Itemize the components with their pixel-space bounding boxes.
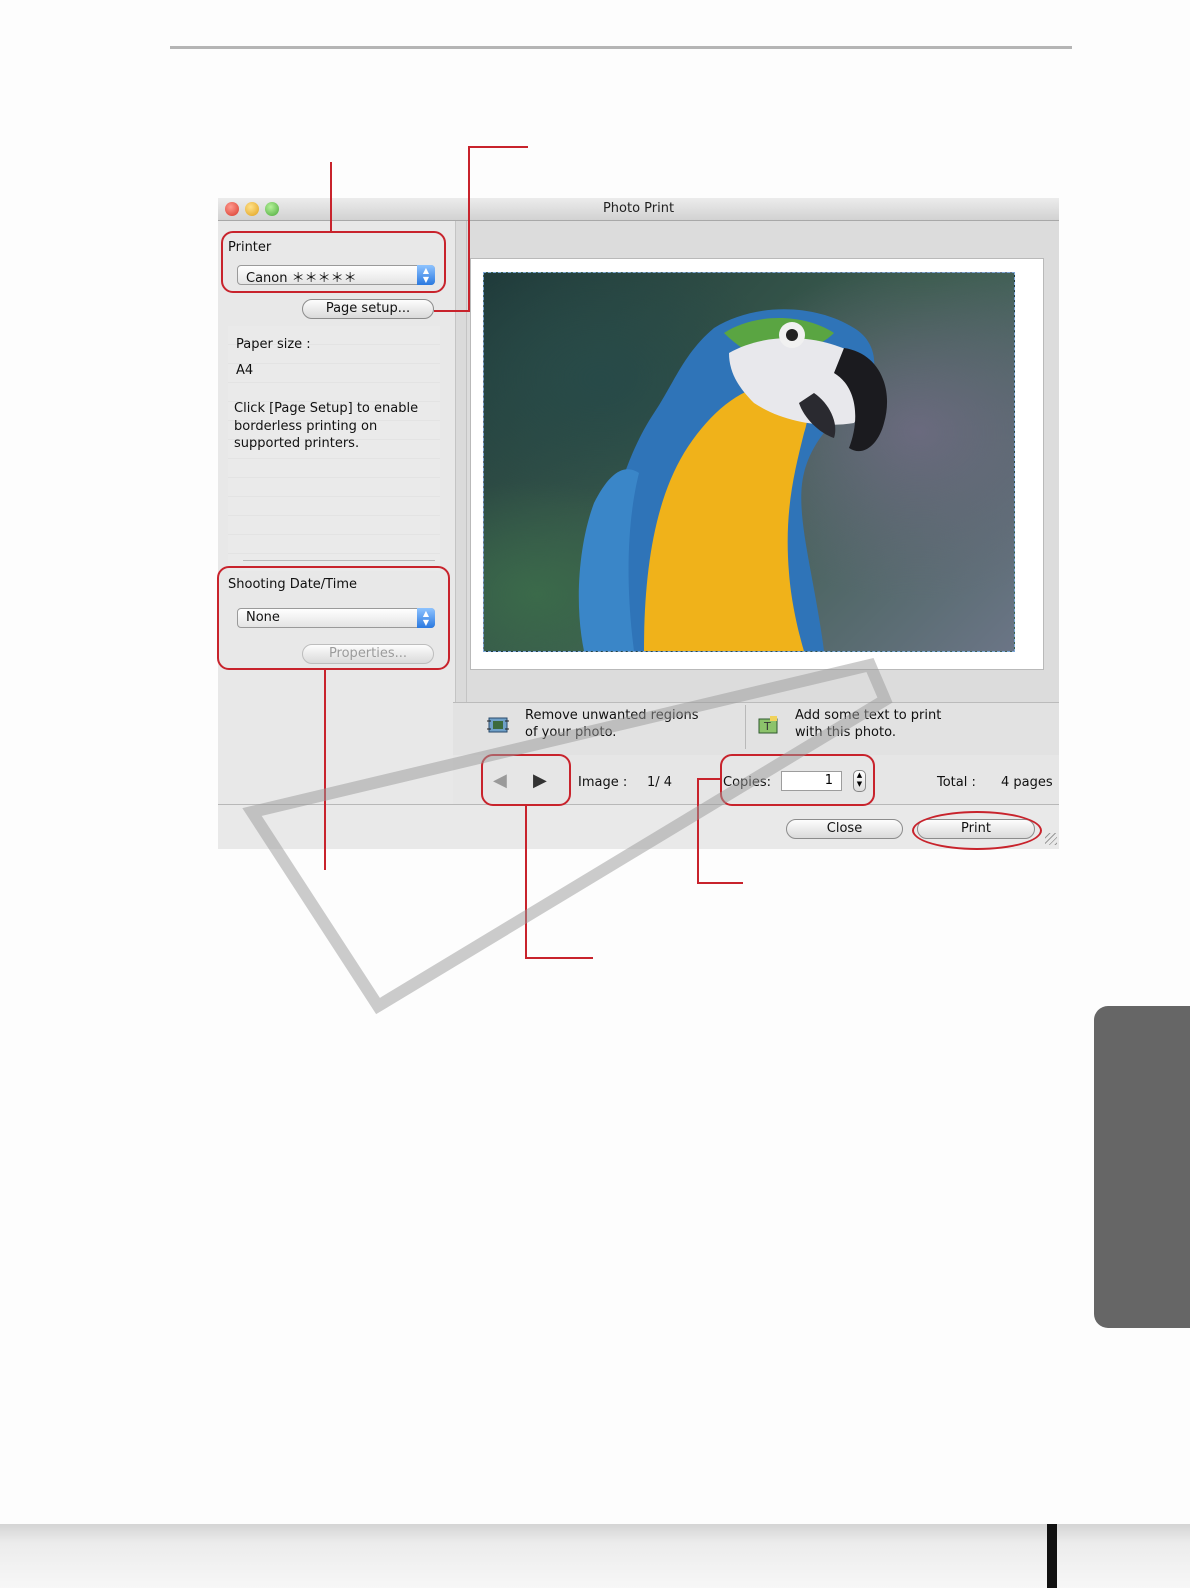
callout-line-shooting-date xyxy=(324,670,326,870)
resize-grip-icon[interactable] xyxy=(1045,833,1057,845)
title-bar: Photo Print xyxy=(218,198,1059,221)
page-setup-button[interactable]: Page setup... xyxy=(302,299,434,319)
hint-text-line1: Click [Page Setup] to enable xyxy=(234,401,419,416)
callout-line-navigation xyxy=(525,806,527,958)
total-pages-value: 4 pages xyxy=(1001,775,1053,790)
chapter-side-tab xyxy=(1094,1006,1190,1328)
text-tool-line1[interactable]: Add some text to print xyxy=(795,707,941,725)
callout-line-printer xyxy=(330,162,332,232)
callout-line-copies-link xyxy=(697,778,722,780)
paper-size-value: A4 xyxy=(236,363,254,378)
top-rule xyxy=(170,46,1072,49)
image-label: Image : xyxy=(578,775,628,790)
tool-separator xyxy=(745,705,746,749)
svg-text:T: T xyxy=(763,720,771,733)
callout-line-copies xyxy=(697,779,699,883)
edit-tools-strip: Remove unwanted regions of your photo. T… xyxy=(453,702,1059,756)
footer-band xyxy=(0,1524,1190,1588)
callout-box-print xyxy=(912,811,1042,850)
callout-box-copies xyxy=(720,754,875,806)
trim-text-line2[interactable]: of your photo. xyxy=(525,724,616,742)
hint-text-line2: borderless printing on xyxy=(234,419,378,434)
left-separator xyxy=(243,560,435,561)
close-button[interactable]: Close xyxy=(786,819,903,839)
callout-line-copies-bottom xyxy=(697,882,743,884)
parrot-photo-icon xyxy=(578,309,888,651)
callout-box-printer xyxy=(221,231,446,293)
total-label: Total : xyxy=(937,775,976,790)
paper-size-label: Paper size : xyxy=(236,337,311,352)
footer-marker xyxy=(1047,1524,1057,1588)
text-insert-icon[interactable]: T xyxy=(756,715,780,737)
callout-box-shooting-date xyxy=(217,566,450,670)
trim-icon[interactable] xyxy=(486,715,510,737)
text-tool-line2[interactable]: with this photo. xyxy=(795,724,896,742)
callout-line-navigation-bottom xyxy=(525,957,593,959)
image-counter: 1/ 4 xyxy=(647,775,673,790)
photo-preview xyxy=(483,272,1015,652)
callout-line-page-setup-link xyxy=(434,310,470,312)
trim-text-line1[interactable]: Remove unwanted regions xyxy=(525,707,699,725)
callout-box-navigation xyxy=(481,754,571,806)
hint-text-line3: supported printers. xyxy=(234,436,360,451)
window-title: Photo Print xyxy=(602,201,675,216)
callout-line-page-setup xyxy=(468,147,470,311)
callout-line-page-setup-top xyxy=(468,146,528,148)
